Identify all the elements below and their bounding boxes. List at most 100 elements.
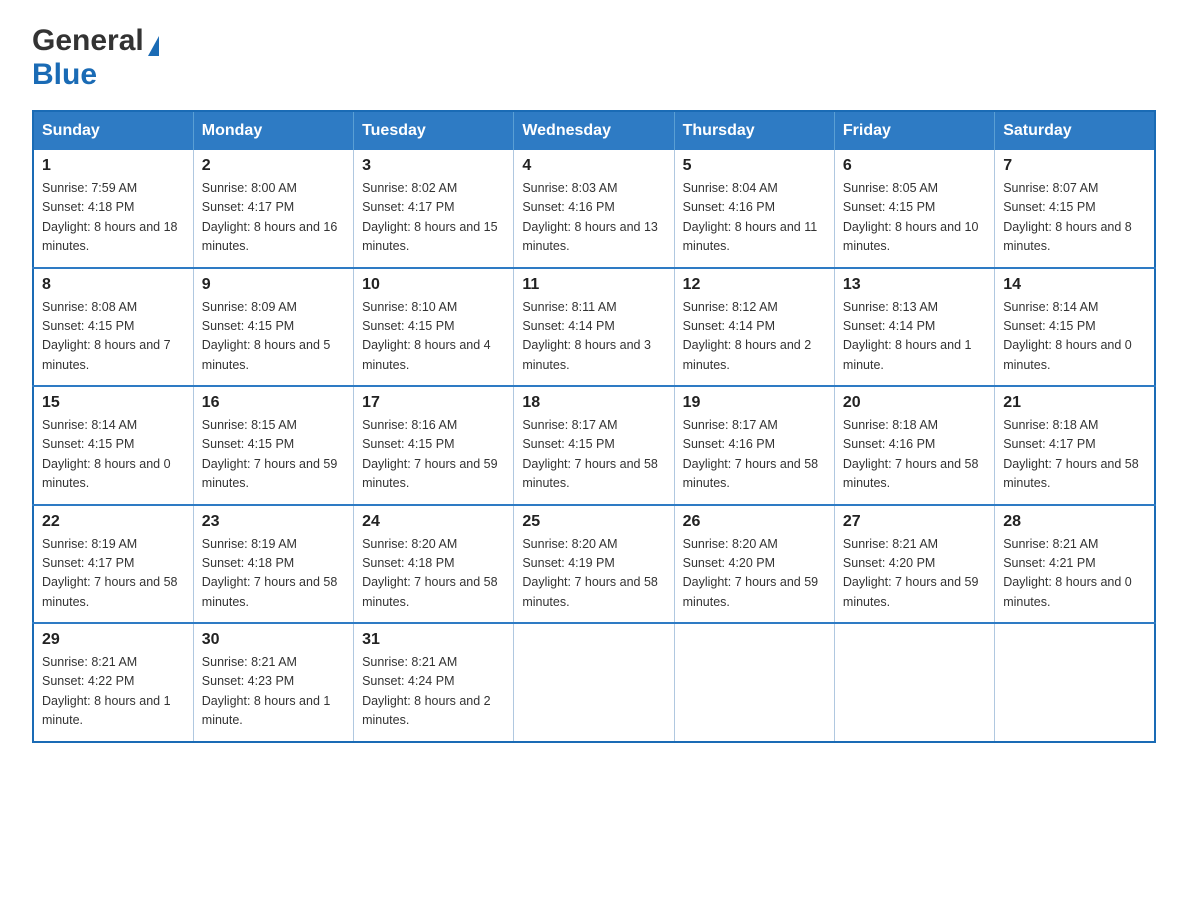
page-header: General Blue <box>32 24 1156 92</box>
day-info: Sunrise: 8:04 AMSunset: 4:16 PMDaylight:… <box>683 181 818 253</box>
day-info: Sunrise: 8:18 AMSunset: 4:17 PMDaylight:… <box>1003 418 1139 490</box>
day-info: Sunrise: 8:19 AMSunset: 4:17 PMDaylight:… <box>42 537 178 609</box>
weekday-header-monday: Monday <box>193 111 353 150</box>
calendar-week-4: 22 Sunrise: 8:19 AMSunset: 4:17 PMDaylig… <box>33 505 1155 624</box>
calendar-cell: 1 Sunrise: 7:59 AMSunset: 4:18 PMDayligh… <box>33 150 193 268</box>
calendar-cell: 28 Sunrise: 8:21 AMSunset: 4:21 PMDaylig… <box>995 505 1155 624</box>
day-info: Sunrise: 8:09 AMSunset: 4:15 PMDaylight:… <box>202 300 331 372</box>
day-number: 7 <box>1003 157 1146 175</box>
day-info: Sunrise: 8:02 AMSunset: 4:17 PMDaylight:… <box>362 181 498 253</box>
day-info: Sunrise: 8:11 AMSunset: 4:14 PMDaylight:… <box>522 300 651 372</box>
calendar-cell <box>834 623 994 742</box>
calendar-cell: 8 Sunrise: 8:08 AMSunset: 4:15 PMDayligh… <box>33 268 193 387</box>
calendar-week-2: 8 Sunrise: 8:08 AMSunset: 4:15 PMDayligh… <box>33 268 1155 387</box>
day-info: Sunrise: 8:21 AMSunset: 4:20 PMDaylight:… <box>843 537 979 609</box>
day-number: 22 <box>42 513 185 531</box>
weekday-header-wednesday: Wednesday <box>514 111 674 150</box>
logo-triangle-icon <box>148 36 159 56</box>
day-number: 30 <box>202 631 345 649</box>
day-info: Sunrise: 8:21 AMSunset: 4:24 PMDaylight:… <box>362 655 491 727</box>
day-number: 17 <box>362 394 505 412</box>
day-number: 20 <box>843 394 986 412</box>
day-number: 9 <box>202 276 345 294</box>
day-number: 14 <box>1003 276 1146 294</box>
day-number: 28 <box>1003 513 1146 531</box>
weekday-header-friday: Friday <box>834 111 994 150</box>
weekday-header-saturday: Saturday <box>995 111 1155 150</box>
day-info: Sunrise: 8:10 AMSunset: 4:15 PMDaylight:… <box>362 300 491 372</box>
calendar-cell: 29 Sunrise: 8:21 AMSunset: 4:22 PMDaylig… <box>33 623 193 742</box>
day-info: Sunrise: 8:17 AMSunset: 4:16 PMDaylight:… <box>683 418 819 490</box>
day-number: 29 <box>42 631 185 649</box>
day-number: 18 <box>522 394 665 412</box>
day-number: 21 <box>1003 394 1146 412</box>
calendar-cell: 12 Sunrise: 8:12 AMSunset: 4:14 PMDaylig… <box>674 268 834 387</box>
day-number: 10 <box>362 276 505 294</box>
calendar-week-3: 15 Sunrise: 8:14 AMSunset: 4:15 PMDaylig… <box>33 386 1155 505</box>
day-info: Sunrise: 8:03 AMSunset: 4:16 PMDaylight:… <box>522 181 658 253</box>
day-number: 26 <box>683 513 826 531</box>
calendar-header-row: SundayMondayTuesdayWednesdayThursdayFrid… <box>33 111 1155 150</box>
day-number: 31 <box>362 631 505 649</box>
calendar-cell: 21 Sunrise: 8:18 AMSunset: 4:17 PMDaylig… <box>995 386 1155 505</box>
calendar-cell: 10 Sunrise: 8:10 AMSunset: 4:15 PMDaylig… <box>354 268 514 387</box>
day-number: 27 <box>843 513 986 531</box>
calendar-cell: 18 Sunrise: 8:17 AMSunset: 4:15 PMDaylig… <box>514 386 674 505</box>
calendar-cell: 3 Sunrise: 8:02 AMSunset: 4:17 PMDayligh… <box>354 150 514 268</box>
day-number: 8 <box>42 276 185 294</box>
day-number: 5 <box>683 157 826 175</box>
weekday-header-sunday: Sunday <box>33 111 193 150</box>
day-info: Sunrise: 8:21 AMSunset: 4:23 PMDaylight:… <box>202 655 331 727</box>
calendar-cell <box>995 623 1155 742</box>
day-info: Sunrise: 8:05 AMSunset: 4:15 PMDaylight:… <box>843 181 979 253</box>
day-number: 25 <box>522 513 665 531</box>
day-info: Sunrise: 8:13 AMSunset: 4:14 PMDaylight:… <box>843 300 972 372</box>
calendar-cell: 7 Sunrise: 8:07 AMSunset: 4:15 PMDayligh… <box>995 150 1155 268</box>
calendar-cell: 26 Sunrise: 8:20 AMSunset: 4:20 PMDaylig… <box>674 505 834 624</box>
day-info: Sunrise: 8:16 AMSunset: 4:15 PMDaylight:… <box>362 418 498 490</box>
calendar-cell: 9 Sunrise: 8:09 AMSunset: 4:15 PMDayligh… <box>193 268 353 387</box>
day-info: Sunrise: 8:07 AMSunset: 4:15 PMDaylight:… <box>1003 181 1132 253</box>
day-number: 23 <box>202 513 345 531</box>
day-number: 24 <box>362 513 505 531</box>
calendar-week-1: 1 Sunrise: 7:59 AMSunset: 4:18 PMDayligh… <box>33 150 1155 268</box>
day-number: 12 <box>683 276 826 294</box>
calendar-cell: 23 Sunrise: 8:19 AMSunset: 4:18 PMDaylig… <box>193 505 353 624</box>
day-info: Sunrise: 8:19 AMSunset: 4:18 PMDaylight:… <box>202 537 338 609</box>
day-info: Sunrise: 8:18 AMSunset: 4:16 PMDaylight:… <box>843 418 979 490</box>
weekday-header-thursday: Thursday <box>674 111 834 150</box>
calendar-cell: 6 Sunrise: 8:05 AMSunset: 4:15 PMDayligh… <box>834 150 994 268</box>
calendar-cell: 27 Sunrise: 8:21 AMSunset: 4:20 PMDaylig… <box>834 505 994 624</box>
day-info: Sunrise: 8:17 AMSunset: 4:15 PMDaylight:… <box>522 418 658 490</box>
day-info: Sunrise: 8:20 AMSunset: 4:18 PMDaylight:… <box>362 537 498 609</box>
day-number: 6 <box>843 157 986 175</box>
day-info: Sunrise: 8:14 AMSunset: 4:15 PMDaylight:… <box>42 418 171 490</box>
calendar-cell: 19 Sunrise: 8:17 AMSunset: 4:16 PMDaylig… <box>674 386 834 505</box>
calendar-cell <box>674 623 834 742</box>
calendar-cell: 25 Sunrise: 8:20 AMSunset: 4:19 PMDaylig… <box>514 505 674 624</box>
calendar-week-5: 29 Sunrise: 8:21 AMSunset: 4:22 PMDaylig… <box>33 623 1155 742</box>
calendar-cell: 24 Sunrise: 8:20 AMSunset: 4:18 PMDaylig… <box>354 505 514 624</box>
logo: General Blue <box>32 24 159 92</box>
calendar-cell: 17 Sunrise: 8:16 AMSunset: 4:15 PMDaylig… <box>354 386 514 505</box>
logo-blue-text: Blue <box>32 58 97 91</box>
day-info: Sunrise: 8:14 AMSunset: 4:15 PMDaylight:… <box>1003 300 1132 372</box>
calendar-cell: 5 Sunrise: 8:04 AMSunset: 4:16 PMDayligh… <box>674 150 834 268</box>
day-info: Sunrise: 8:00 AMSunset: 4:17 PMDaylight:… <box>202 181 338 253</box>
calendar-cell: 22 Sunrise: 8:19 AMSunset: 4:17 PMDaylig… <box>33 505 193 624</box>
calendar-table: SundayMondayTuesdayWednesdayThursdayFrid… <box>32 110 1156 743</box>
calendar-cell: 30 Sunrise: 8:21 AMSunset: 4:23 PMDaylig… <box>193 623 353 742</box>
day-number: 15 <box>42 394 185 412</box>
day-number: 19 <box>683 394 826 412</box>
day-info: Sunrise: 8:21 AMSunset: 4:21 PMDaylight:… <box>1003 537 1132 609</box>
day-info: Sunrise: 8:12 AMSunset: 4:14 PMDaylight:… <box>683 300 812 372</box>
calendar-cell: 13 Sunrise: 8:13 AMSunset: 4:14 PMDaylig… <box>834 268 994 387</box>
calendar-cell: 11 Sunrise: 8:11 AMSunset: 4:14 PMDaylig… <box>514 268 674 387</box>
day-number: 11 <box>522 276 665 294</box>
weekday-header-tuesday: Tuesday <box>354 111 514 150</box>
day-info: Sunrise: 8:08 AMSunset: 4:15 PMDaylight:… <box>42 300 171 372</box>
calendar-cell: 20 Sunrise: 8:18 AMSunset: 4:16 PMDaylig… <box>834 386 994 505</box>
calendar-cell <box>514 623 674 742</box>
calendar-cell: 16 Sunrise: 8:15 AMSunset: 4:15 PMDaylig… <box>193 386 353 505</box>
day-info: Sunrise: 8:15 AMSunset: 4:15 PMDaylight:… <box>202 418 338 490</box>
